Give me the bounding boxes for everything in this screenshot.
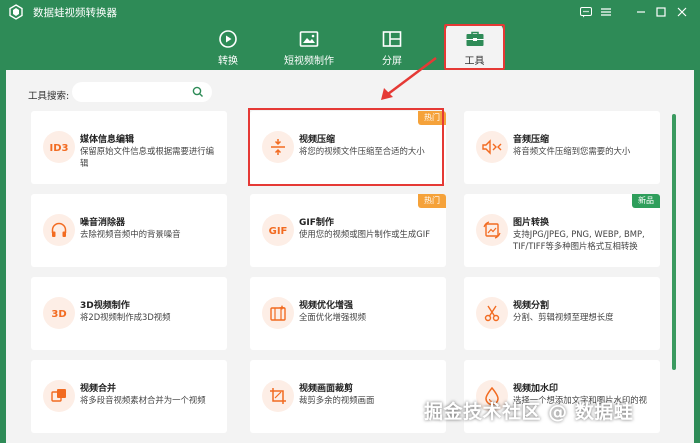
tab-label: 短视频制作 bbox=[284, 56, 334, 67]
scrollbar[interactable] bbox=[672, 114, 676, 370]
3d-icon: 3D bbox=[43, 297, 75, 329]
tool-card-3d-video[interactable]: 3D 3D视频制作 将2D视频制作成3D视频 bbox=[31, 277, 227, 350]
tool-title: 视频加水印 bbox=[513, 384, 559, 394]
tab-convert[interactable]: 转换 bbox=[203, 24, 253, 70]
hot-badge: 热门 bbox=[418, 111, 446, 125]
tab-label: 转换 bbox=[218, 56, 238, 67]
svg-text:GIF: GIF bbox=[269, 226, 288, 237]
app-title: 数据蛙视频转换器 bbox=[33, 7, 117, 19]
tool-card-video-crop[interactable]: 视频画面裁剪 裁剪多余的视频画面 bbox=[250, 360, 446, 433]
tool-description: 支持JPG/JPEG, PNG, WEBP, BMP, TIF/TIFF等多种图… bbox=[513, 229, 645, 251]
svg-text:ID3: ID3 bbox=[50, 143, 69, 154]
tool-description: 将2D视频制作成3D视频 bbox=[80, 312, 171, 322]
svg-text:3D: 3D bbox=[51, 309, 66, 320]
tool-title: 音频压缩 bbox=[513, 135, 550, 145]
crop-icon bbox=[262, 380, 294, 412]
tool-title: GIF制作 bbox=[299, 218, 334, 228]
app-logo-icon bbox=[9, 4, 23, 20]
tool-card-video-merge[interactable]: 视频合并 将多段音视频素材合并为一个视频 bbox=[31, 360, 227, 433]
tool-title: 3D视频制作 bbox=[80, 301, 130, 311]
tab-tools[interactable]: 工具 bbox=[446, 24, 503, 70]
tool-card-audio-compress[interactable]: 音频压缩 将音频文件压缩到您需要的大小 bbox=[464, 111, 660, 184]
toolbox-icon bbox=[464, 29, 486, 49]
tool-card-media-info[interactable]: ID3 媒体信息编辑 保留原始文件信息或根据需要进行编辑 bbox=[31, 111, 227, 184]
id3-icon: ID3 bbox=[43, 131, 75, 163]
headphones-icon bbox=[43, 214, 75, 246]
title-bar: 数据蛙视频转换器 bbox=[0, 0, 700, 24]
search-label: 工具搜索: bbox=[28, 91, 70, 102]
tool-card-video-compress[interactable]: 视频压缩 将您的视频文件压缩至合适的大小 热门 bbox=[250, 111, 446, 184]
compress-icon bbox=[262, 131, 294, 163]
tab-short-video[interactable]: 短视频制作 bbox=[284, 24, 334, 70]
new-badge: 新品 bbox=[632, 194, 660, 208]
tool-card-video-enhance[interactable]: 视频优化增强 全面优化增强视频 bbox=[250, 277, 446, 350]
tool-description: 分割、剪辑视频至理想长度 bbox=[513, 312, 614, 322]
tool-description: 保留原始文件信息或根据需要进行编辑 bbox=[80, 146, 214, 168]
tab-label: 工具 bbox=[464, 56, 485, 67]
tool-title: 视频分割 bbox=[513, 301, 550, 311]
tool-title: 视频画面裁剪 bbox=[299, 384, 354, 394]
scissors-icon bbox=[476, 297, 508, 329]
gif-icon: GIF bbox=[262, 214, 294, 246]
tool-description: 去除视频音频中的背景噪音 bbox=[80, 229, 181, 239]
tool-title: 视频优化增强 bbox=[299, 301, 354, 311]
feedback-icon[interactable] bbox=[577, 3, 595, 21]
tool-title: 媒体信息编辑 bbox=[80, 135, 135, 145]
tool-title: 图片转换 bbox=[513, 218, 550, 228]
tool-title: 视频合并 bbox=[80, 384, 117, 394]
tool-title: 视频压缩 bbox=[299, 135, 336, 145]
tool-description: 将您的视频文件压缩至合适的大小 bbox=[299, 146, 425, 156]
convert-icon bbox=[217, 29, 239, 49]
merge-icon bbox=[43, 380, 75, 412]
close-icon[interactable] bbox=[673, 3, 691, 21]
tool-description: 全面优化增强视频 bbox=[299, 312, 366, 322]
tool-card-noise-remover[interactable]: 噪音消除器 去除视频音频中的背景噪音 bbox=[31, 194, 227, 267]
hot-badge: 热门 bbox=[418, 194, 446, 208]
site-watermark: 掘金技术社区 @ 数据蛙 bbox=[424, 401, 634, 423]
tool-search-input[interactable] bbox=[72, 82, 212, 102]
tool-card-video-split[interactable]: 视频分割 分割、剪辑视频至理想长度 bbox=[464, 277, 660, 350]
short-video-icon bbox=[298, 29, 320, 49]
tool-card-image-convert[interactable]: 图片转换 支持JPG/JPEG, PNG, WEBP, BMP, TIF/TIF… bbox=[464, 194, 660, 267]
split-screen-icon bbox=[381, 29, 403, 49]
tool-title: 噪音消除器 bbox=[80, 218, 126, 228]
tab-split-screen[interactable]: 分屏 bbox=[367, 24, 417, 70]
menu-icon[interactable] bbox=[597, 3, 615, 21]
tool-description: 裁剪多余的视频画面 bbox=[299, 395, 375, 405]
tool-description: 将音频文件压缩到您需要的大小 bbox=[513, 146, 631, 156]
tool-description: 使用您的视频或图片制作或生成GIF bbox=[299, 229, 431, 239]
main-tab-bar: 转换 短视频制作 分屏 工具 bbox=[0, 24, 700, 70]
audio-compress-icon bbox=[476, 131, 508, 163]
tool-card-gif-maker[interactable]: GIF GIF制作 使用您的视频或图片制作或生成GIF 热门 bbox=[250, 194, 446, 267]
minimize-icon[interactable] bbox=[632, 3, 650, 21]
tab-label: 分屏 bbox=[382, 56, 402, 67]
search-icon[interactable] bbox=[192, 86, 204, 98]
maximize-icon[interactable] bbox=[652, 3, 670, 21]
tool-description: 将多段音视频素材合并为一个视频 bbox=[80, 395, 206, 405]
enhance-icon bbox=[262, 297, 294, 329]
image-convert-icon bbox=[476, 214, 508, 246]
